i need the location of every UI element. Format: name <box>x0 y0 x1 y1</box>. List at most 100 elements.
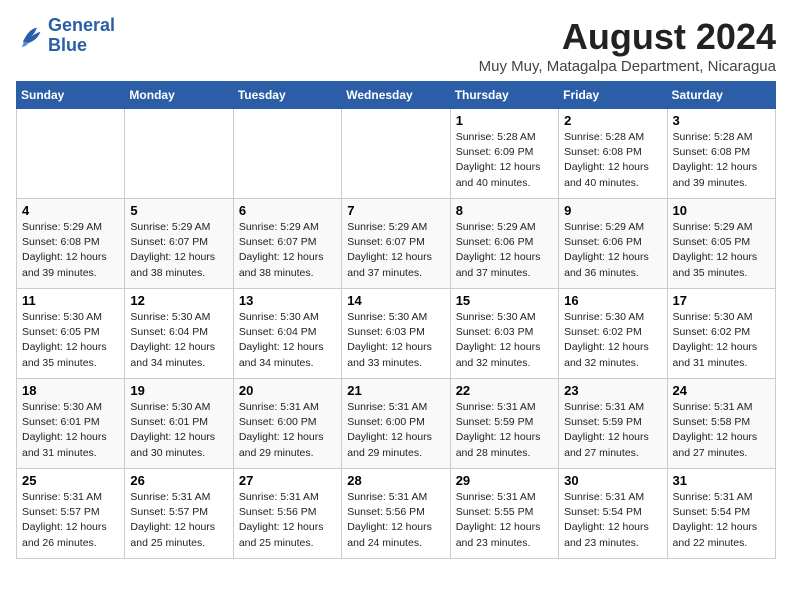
day-info: Sunrise: 5:28 AM Sunset: 6:08 PM Dayligh… <box>673 130 770 191</box>
day-info: Sunrise: 5:31 AM Sunset: 5:59 PM Dayligh… <box>564 400 661 461</box>
day-info: Sunrise: 5:31 AM Sunset: 5:58 PM Dayligh… <box>673 400 770 461</box>
calendar-cell: 30 Sunrise: 5:31 AM Sunset: 5:54 PM Dayli… <box>559 469 667 559</box>
calendar-cell: 2 Sunrise: 5:28 AM Sunset: 6:08 PM Daylig… <box>559 109 667 199</box>
day-number: 7 <box>347 203 444 218</box>
day-number: 18 <box>22 383 119 398</box>
day-info: Sunrise: 5:29 AM Sunset: 6:05 PM Dayligh… <box>673 220 770 281</box>
day-info: Sunrise: 5:30 AM Sunset: 6:04 PM Dayligh… <box>130 310 227 371</box>
day-info: Sunrise: 5:28 AM Sunset: 6:09 PM Dayligh… <box>456 130 553 191</box>
day-number: 23 <box>564 383 661 398</box>
day-info: Sunrise: 5:31 AM Sunset: 6:00 PM Dayligh… <box>239 400 336 461</box>
day-info: Sunrise: 5:29 AM Sunset: 6:07 PM Dayligh… <box>130 220 227 281</box>
calendar-cell: 1Sunrise: 5:28 AM Sunset: 6:09 PM Daylig… <box>450 109 558 199</box>
day-number: 30 <box>564 473 661 488</box>
day-number: 22 <box>456 383 553 398</box>
day-number: 19 <box>130 383 227 398</box>
calendar-cell: 28Sunrise: 5:31 AM Sunset: 5:56 PM Dayli… <box>342 469 450 559</box>
week-row-1: 1Sunrise: 5:28 AM Sunset: 6:09 PM Daylig… <box>17 109 776 199</box>
weekday-header-row: SundayMondayTuesdayWednesdayThursdayFrid… <box>17 82 776 109</box>
day-number: 15 <box>456 293 553 308</box>
day-info: Sunrise: 5:31 AM Sunset: 5:59 PM Dayligh… <box>456 400 553 461</box>
day-info: Sunrise: 5:30 AM Sunset: 6:01 PM Dayligh… <box>130 400 227 461</box>
week-row-2: 4 Sunrise: 5:29 AM Sunset: 6:08 PM Daylig… <box>17 199 776 289</box>
calendar-cell: 10 Sunrise: 5:29 AM Sunset: 6:05 PM Dayli… <box>667 199 775 289</box>
calendar-cell: 16Sunrise: 5:30 AM Sunset: 6:02 PM Dayli… <box>559 289 667 379</box>
day-number: 9 <box>564 203 661 218</box>
day-number: 5 <box>130 203 227 218</box>
day-number: 3 <box>673 113 770 128</box>
calendar-cell: 15 Sunrise: 5:30 AM Sunset: 6:03 PM Dayli… <box>450 289 558 379</box>
day-info: Sunrise: 5:30 AM Sunset: 6:02 PM Dayligh… <box>673 310 770 371</box>
logo: General Blue <box>16 16 115 56</box>
day-info: Sunrise: 5:30 AM Sunset: 6:03 PM Dayligh… <box>456 310 553 371</box>
calendar-cell: 19 Sunrise: 5:30 AM Sunset: 6:01 PM Dayli… <box>125 379 233 469</box>
day-number: 16 <box>564 293 661 308</box>
calendar-cell: 22 Sunrise: 5:31 AM Sunset: 5:59 PM Dayli… <box>450 379 558 469</box>
day-number: 29 <box>456 473 553 488</box>
day-info: Sunrise: 5:31 AM Sunset: 6:00 PM Dayligh… <box>347 400 444 461</box>
calendar-cell: 29 Sunrise: 5:31 AM Sunset: 5:55 PM Dayli… <box>450 469 558 559</box>
calendar-cell: 31 Sunrise: 5:31 AM Sunset: 5:54 PM Dayli… <box>667 469 775 559</box>
day-info: Sunrise: 5:30 AM Sunset: 6:05 PM Dayligh… <box>22 310 119 371</box>
calendar-cell: 25 Sunrise: 5:31 AM Sunset: 5:57 PM Dayli… <box>17 469 125 559</box>
calendar-cell: 9Sunrise: 5:29 AM Sunset: 6:06 PM Daylig… <box>559 199 667 289</box>
day-number: 27 <box>239 473 336 488</box>
calendar-subtitle: Muy Muy, Matagalpa Department, Nicaragua <box>479 58 776 75</box>
day-number: 21 <box>347 383 444 398</box>
day-number: 10 <box>673 203 770 218</box>
day-info: Sunrise: 5:29 AM Sunset: 6:07 PM Dayligh… <box>239 220 336 281</box>
logo-text-line1: General <box>48 16 115 36</box>
day-info: Sunrise: 5:31 AM Sunset: 5:55 PM Dayligh… <box>456 490 553 551</box>
calendar-cell: 12 Sunrise: 5:30 AM Sunset: 6:04 PM Dayli… <box>125 289 233 379</box>
calendar-cell: 27 Sunrise: 5:31 AM Sunset: 5:56 PM Dayli… <box>233 469 341 559</box>
day-info: Sunrise: 5:31 AM Sunset: 5:57 PM Dayligh… <box>22 490 119 551</box>
calendar-cell <box>125 109 233 199</box>
day-number: 2 <box>564 113 661 128</box>
weekday-header-sunday: Sunday <box>17 82 125 109</box>
day-number: 8 <box>456 203 553 218</box>
day-number: 26 <box>130 473 227 488</box>
calendar-table: SundayMondayTuesdayWednesdayThursdayFrid… <box>16 81 776 559</box>
weekday-header-saturday: Saturday <box>667 82 775 109</box>
day-number: 12 <box>130 293 227 308</box>
day-info: Sunrise: 5:30 AM Sunset: 6:03 PM Dayligh… <box>347 310 444 371</box>
day-info: Sunrise: 5:31 AM Sunset: 5:54 PM Dayligh… <box>564 490 661 551</box>
day-info: Sunrise: 5:29 AM Sunset: 6:08 PM Dayligh… <box>22 220 119 281</box>
calendar-cell: 20 Sunrise: 5:31 AM Sunset: 6:00 PM Dayli… <box>233 379 341 469</box>
calendar-cell: 14 Sunrise: 5:30 AM Sunset: 6:03 PM Dayli… <box>342 289 450 379</box>
week-row-5: 25 Sunrise: 5:31 AM Sunset: 5:57 PM Dayli… <box>17 469 776 559</box>
day-info: Sunrise: 5:29 AM Sunset: 6:06 PM Dayligh… <box>456 220 553 281</box>
day-number: 6 <box>239 203 336 218</box>
day-number: 25 <box>22 473 119 488</box>
calendar-cell: 18 Sunrise: 5:30 AM Sunset: 6:01 PM Dayli… <box>17 379 125 469</box>
day-info: Sunrise: 5:30 AM Sunset: 6:01 PM Dayligh… <box>22 400 119 461</box>
calendar-cell: 13Sunrise: 5:30 AM Sunset: 6:04 PM Dayli… <box>233 289 341 379</box>
day-info: Sunrise: 5:31 AM Sunset: 5:54 PM Dayligh… <box>673 490 770 551</box>
logo-text-line2: Blue <box>48 36 115 56</box>
weekday-header-wednesday: Wednesday <box>342 82 450 109</box>
week-row-4: 18 Sunrise: 5:30 AM Sunset: 6:01 PM Dayli… <box>17 379 776 469</box>
day-info: Sunrise: 5:31 AM Sunset: 5:57 PM Dayligh… <box>130 490 227 551</box>
day-number: 17 <box>673 293 770 308</box>
calendar-title: August 2024 <box>479 16 776 58</box>
calendar-cell: 4 Sunrise: 5:29 AM Sunset: 6:08 PM Daylig… <box>17 199 125 289</box>
calendar-cell <box>342 109 450 199</box>
calendar-cell: 6 Sunrise: 5:29 AM Sunset: 6:07 PM Daylig… <box>233 199 341 289</box>
calendar-cell: 23 Sunrise: 5:31 AM Sunset: 5:59 PM Dayli… <box>559 379 667 469</box>
calendar-cell <box>17 109 125 199</box>
calendar-cell <box>233 109 341 199</box>
calendar-cell: 7Sunrise: 5:29 AM Sunset: 6:07 PM Daylig… <box>342 199 450 289</box>
weekday-header-thursday: Thursday <box>450 82 558 109</box>
day-number: 31 <box>673 473 770 488</box>
header: General Blue August 2024 Muy Muy, Mataga… <box>16 16 776 75</box>
day-number: 4 <box>22 203 119 218</box>
calendar-cell: 26 Sunrise: 5:31 AM Sunset: 5:57 PM Dayli… <box>125 469 233 559</box>
day-info: Sunrise: 5:31 AM Sunset: 5:56 PM Dayligh… <box>347 490 444 551</box>
week-row-3: 11Sunrise: 5:30 AM Sunset: 6:05 PM Dayli… <box>17 289 776 379</box>
calendar-cell: 3 Sunrise: 5:28 AM Sunset: 6:08 PM Daylig… <box>667 109 775 199</box>
day-number: 20 <box>239 383 336 398</box>
day-info: Sunrise: 5:28 AM Sunset: 6:08 PM Dayligh… <box>564 130 661 191</box>
calendar-cell: 24Sunrise: 5:31 AM Sunset: 5:58 PM Dayli… <box>667 379 775 469</box>
day-number: 14 <box>347 293 444 308</box>
day-info: Sunrise: 5:31 AM Sunset: 5:56 PM Dayligh… <box>239 490 336 551</box>
